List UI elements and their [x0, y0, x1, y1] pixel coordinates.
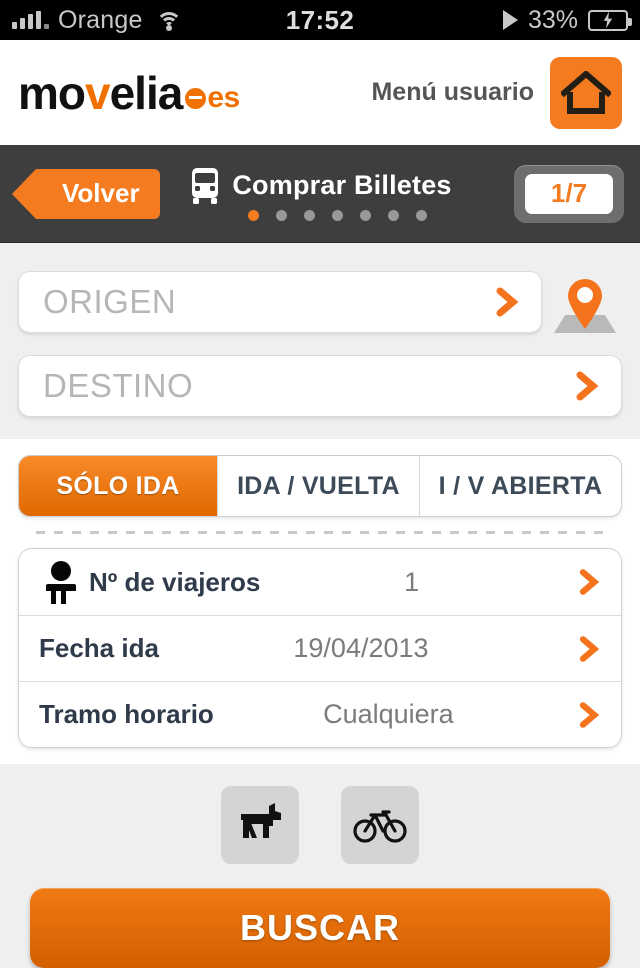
time-range-label: Tramo horario — [39, 699, 214, 729]
extras-section — [0, 764, 640, 882]
chevron-right-icon — [575, 699, 605, 731]
battery-percent-label: 33% — [527, 5, 578, 34]
user-menu[interactable]: Menú usuario — [371, 56, 622, 129]
dog-icon — [235, 802, 285, 849]
time-range-value: Cualquiera — [323, 699, 454, 729]
destination-row: DESTINO — [0, 339, 640, 439]
chevron-right-icon — [491, 285, 525, 319]
user-menu-label: Menú usuario — [371, 78, 534, 106]
passengers-value: 1 — [404, 566, 420, 597]
home-icon — [561, 70, 611, 115]
origin-input[interactable]: ORIGEN — [18, 271, 542, 333]
origin-row: ORIGEN — [0, 243, 640, 339]
search-button[interactable]: BUSCAR — [30, 888, 610, 968]
logo-text-part2: elia — [109, 66, 184, 119]
trip-type-option-one-way[interactable]: SÓLO IDA — [19, 456, 217, 516]
bicycle-icon — [353, 803, 407, 848]
spacer — [0, 534, 640, 548]
trip-type-segmented-control: SÓLO IDA IDA / VUELTA I / V ABIERTA — [18, 455, 622, 517]
destination-input[interactable]: DESTINO — [18, 355, 622, 417]
trip-details-card: Nº de viajeros 1 Fecha ida 19/04/2013 Tr… — [18, 548, 622, 748]
departure-date-row[interactable]: Fecha ida 19/04/2013 — [19, 615, 621, 681]
step-counter-badge: 1/7 — [514, 164, 624, 223]
step-dots — [247, 209, 427, 221]
bike-toggle-button[interactable] — [341, 786, 419, 864]
search-section: BUSCAR — [0, 882, 640, 968]
origin-placeholder: ORIGEN — [43, 283, 177, 320]
chevron-right-icon — [575, 633, 605, 665]
logo-text-part1: mo — [18, 66, 86, 119]
trip-type-option-round-trip[interactable]: IDA / VUELTA — [217, 456, 419, 516]
chevron-right-icon — [571, 369, 605, 403]
logo-text-v: v — [85, 66, 111, 119]
step-dot — [359, 209, 371, 221]
back-button-label: Volver — [62, 178, 140, 208]
step-dot — [303, 209, 315, 221]
page-title: Comprar Billetes — [232, 170, 452, 200]
map-pin-button[interactable] — [548, 265, 622, 339]
time-range-row[interactable]: Tramo horario Cualquiera — [19, 681, 621, 747]
play-icon — [502, 10, 518, 30]
departure-date-value: 19/04/2013 — [293, 633, 429, 663]
passengers-row[interactable]: Nº de viajeros 1 — [19, 549, 621, 615]
movelia-logo[interactable]: mo v elia es — [18, 70, 240, 116]
step-dot — [275, 209, 287, 221]
chevron-right-icon — [575, 566, 605, 598]
app-header: mo v elia es Menú usuario — [0, 40, 640, 145]
home-button[interactable] — [550, 56, 622, 129]
step-dot — [387, 209, 399, 221]
passenger-icon — [39, 560, 83, 604]
trip-type-section: SÓLO IDA IDA / VUELTA I / V ABIERTA — [0, 439, 640, 534]
trip-details-section: Nº de viajeros 1 Fecha ida 19/04/2013 Tr… — [0, 548, 640, 764]
main-content: ORIGEN DESTINO SÓLO IDA IDA / VUELTA I /… — [0, 243, 640, 968]
status-bar-right: 33% — [502, 5, 632, 35]
back-button[interactable]: Volver — [12, 168, 160, 219]
battery-charging-icon — [588, 9, 632, 31]
status-bar: Orange 17:52 33% — [0, 0, 640, 40]
navbar-title-row: Comprar Billetes — [188, 167, 451, 205]
step-navbar: Volver Comprar Billetes 1/7 — [0, 145, 640, 243]
trip-type-option-open-return[interactable]: I / V ABIERTA — [419, 456, 621, 516]
step-counter-value: 1/7 — [525, 173, 613, 214]
step-dot — [247, 209, 259, 221]
step-dot — [331, 209, 343, 221]
bus-icon — [188, 167, 222, 205]
destination-placeholder: DESTINO — [43, 367, 194, 404]
step-dot — [415, 209, 427, 221]
logo-dot-icon: es — [185, 81, 240, 114]
passengers-label: Nº de viajeros — [89, 566, 261, 597]
map-pin-icon — [566, 278, 604, 330]
departure-date-label: Fecha ida — [39, 633, 159, 663]
logo-tld: es — [207, 81, 240, 114]
pet-toggle-button[interactable] — [221, 786, 299, 864]
